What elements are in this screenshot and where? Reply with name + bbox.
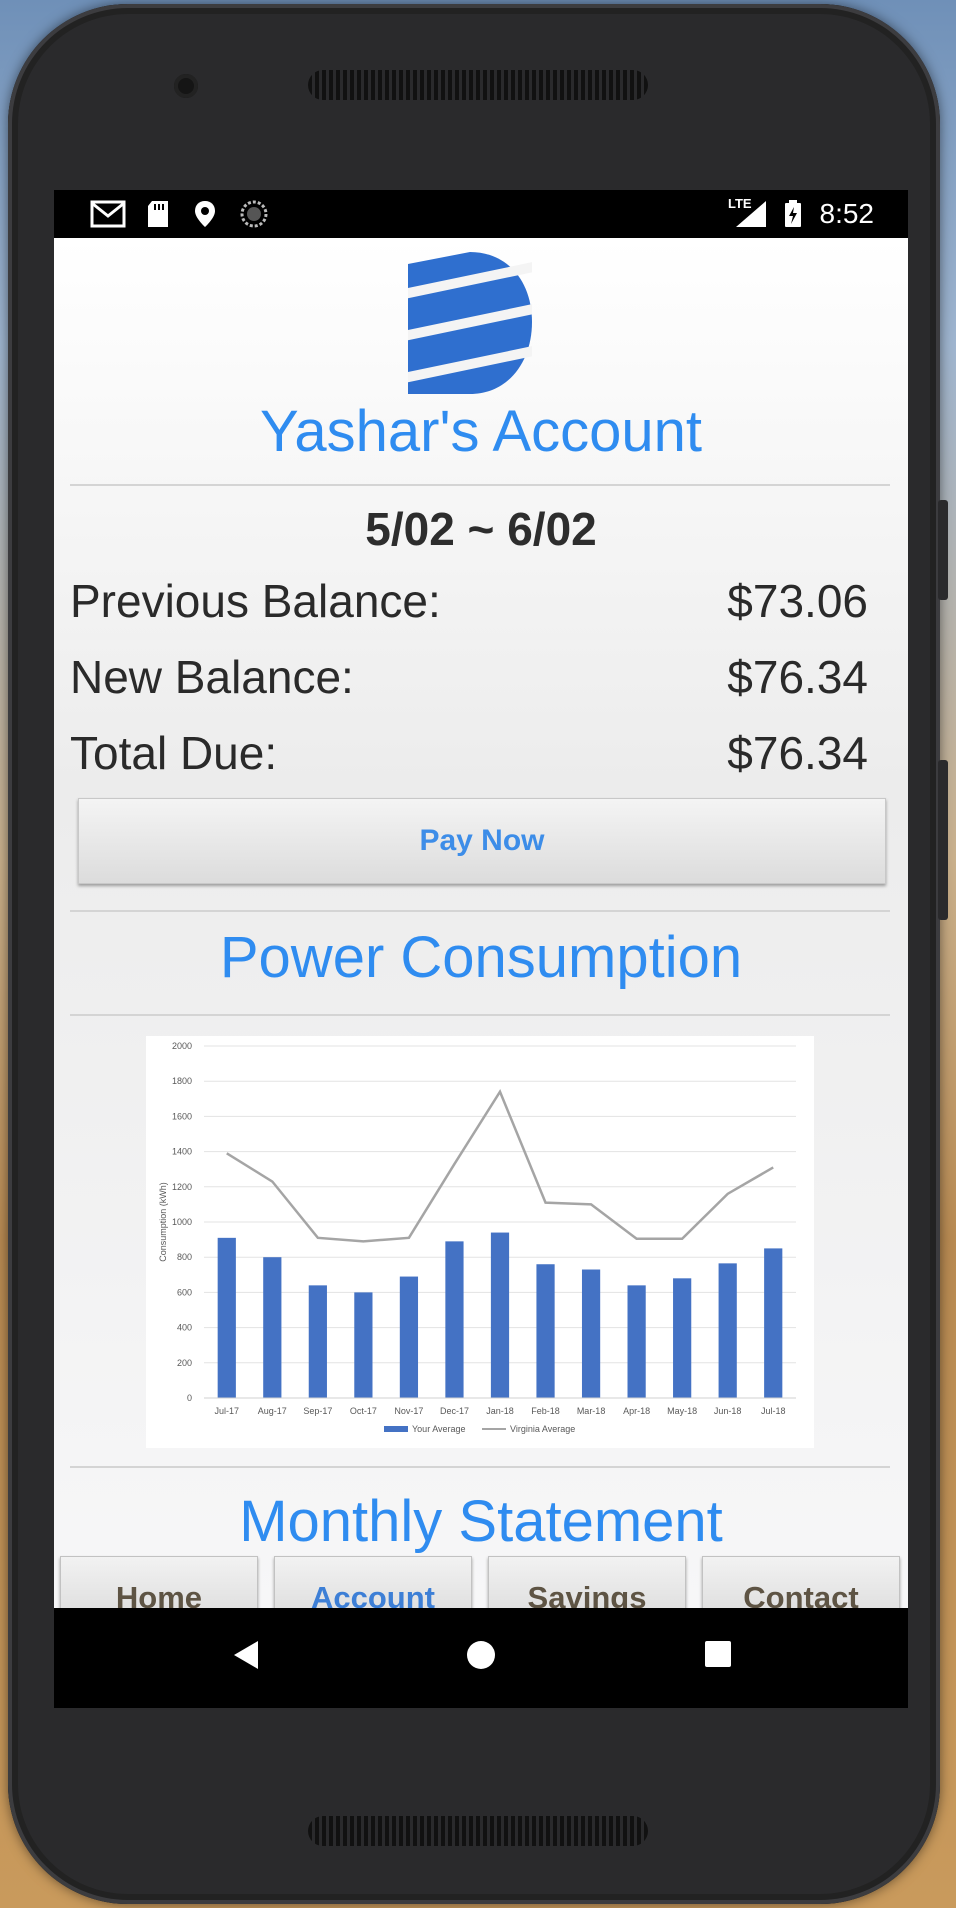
y-tick-label: 1000 <box>172 1217 192 1227</box>
power-consumption-title: Power Consumption <box>219 925 743 990</box>
monthly-statement-title: Monthly Statement <box>239 1489 723 1554</box>
y-tick-label: 400 <box>177 1323 192 1333</box>
bar <box>764 1248 783 1398</box>
account-title: Yashar's Account <box>259 399 703 464</box>
legend-label-virginia-average: Virginia Average <box>510 1424 575 1434</box>
y-tick-label: 600 <box>177 1287 192 1297</box>
battery-charging-icon <box>785 200 801 227</box>
location-icon <box>195 201 215 227</box>
x-tick-label: Mar-18 <box>577 1406 606 1416</box>
volume-button <box>938 760 948 920</box>
new-balance-label: New Balance: <box>70 651 354 703</box>
bar <box>673 1278 692 1398</box>
x-tick-label: Aug-17 <box>258 1406 287 1416</box>
bar <box>536 1264 555 1398</box>
nav-savings-button[interactable]: Savings <box>488 1556 686 1608</box>
recents-icon[interactable] <box>704 1640 732 1668</box>
series-line-virginia-average <box>226 1089 774 1243</box>
divider <box>70 910 890 912</box>
x-tick-label: Oct-17 <box>350 1406 377 1416</box>
status-bar: LTE 8:52 <box>54 190 908 238</box>
y-tick-label: 1400 <box>172 1147 192 1157</box>
home-icon[interactable] <box>466 1640 496 1670</box>
consumption-chart-svg: 0 200 400 600 800 1000 1200 1400 1600 1800 2000 Con… <box>158 1041 796 1434</box>
system-nav-bar <box>54 1608 908 1708</box>
bar <box>399 1276 419 1398</box>
front-camera <box>174 74 198 98</box>
y-tick-label: 1800 <box>172 1076 192 1086</box>
y-tick-label: 800 <box>177 1252 192 1262</box>
clock: 8:52 <box>819 198 875 229</box>
power-button <box>938 500 948 600</box>
x-tick-label: Apr-18 <box>623 1406 650 1416</box>
bar <box>581 1269 601 1398</box>
y-tick-label: 0 <box>187 1393 192 1403</box>
legend-label-your-average: Your Average <box>412 1424 466 1434</box>
earpiece-speaker <box>308 70 648 100</box>
pay-now-button[interactable]: Pay Now <box>78 798 886 884</box>
divider <box>70 1466 890 1468</box>
bar <box>308 1285 327 1398</box>
bottom-nav: Home Account Savings Contact <box>54 1556 908 1608</box>
bar <box>217 1237 236 1398</box>
legend-swatch-your-average <box>384 1426 408 1432</box>
bar <box>627 1285 646 1398</box>
x-tick-label: Jul-17 <box>215 1406 240 1416</box>
bottom-speaker <box>308 1816 648 1846</box>
billing-period: 5/02 ~ 6/02 <box>365 503 597 555</box>
phone-frame: LTE 8:52 Yashar's Account 5/02 ~ 6/02 Pr… <box>8 4 948 1904</box>
y-tick-label: 200 <box>177 1358 192 1368</box>
bar <box>263 1257 282 1398</box>
y-axis-label: Consumption (kWh) <box>158 1182 168 1262</box>
bar <box>354 1292 373 1398</box>
bar <box>718 1263 737 1398</box>
bar <box>445 1241 464 1398</box>
gmail-icon <box>90 200 126 228</box>
total-due-label: Total Due: <box>70 727 278 779</box>
x-tick-label: Jul-18 <box>761 1406 786 1416</box>
divider <box>70 484 890 486</box>
new-balance-value: $76.34 <box>727 651 868 703</box>
x-tick-label: May-18 <box>667 1406 697 1416</box>
x-tick-label: Jan-18 <box>486 1406 514 1416</box>
x-tick-label: Dec-17 <box>440 1406 469 1416</box>
x-tick-label: Feb-18 <box>531 1406 560 1416</box>
signal-icon <box>736 201 766 227</box>
x-tick-label: Jun-18 <box>714 1406 742 1416</box>
previous-balance-value: $73.06 <box>727 575 868 627</box>
back-icon[interactable] <box>232 1640 260 1670</box>
y-tick-label: 1600 <box>172 1111 192 1121</box>
x-tick-label: Nov-17 <box>394 1406 423 1416</box>
account-screen: Yashar's Account 5/02 ~ 6/02 Previous Ba… <box>54 238 908 1608</box>
previous-balance-label: Previous Balance: <box>70 575 441 627</box>
total-due-value: $76.34 <box>727 727 868 779</box>
nav-contact-button[interactable]: Contact <box>702 1556 900 1608</box>
nav-account-button[interactable]: Account <box>274 1556 472 1608</box>
screen: LTE 8:52 Yashar's Account 5/02 ~ 6/02 Pr… <box>54 190 908 1708</box>
consumption-chart: 0 200 400 600 800 1000 1200 1400 1600 1800 2000 Con… <box>146 1036 814 1448</box>
y-tick-label: 1200 <box>172 1182 192 1192</box>
bar <box>490 1232 510 1398</box>
sync-icon <box>240 200 268 228</box>
company-logo-icon <box>408 252 532 394</box>
sd-card-icon <box>148 201 168 227</box>
nav-home-button[interactable]: Home <box>60 1556 258 1608</box>
divider <box>70 1014 890 1016</box>
y-tick-label: 2000 <box>172 1041 192 1051</box>
x-tick-label: Sep-17 <box>303 1406 332 1416</box>
